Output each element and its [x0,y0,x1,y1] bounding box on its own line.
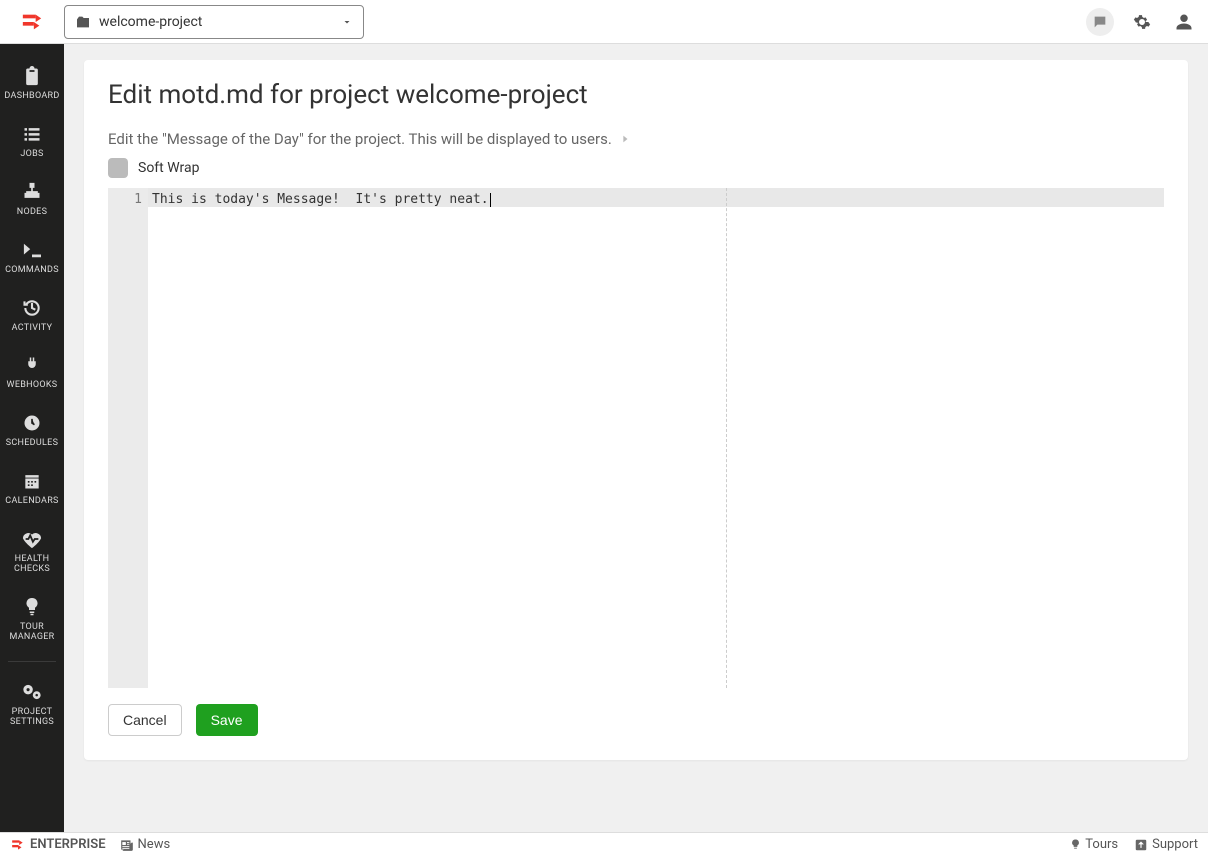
brand-logo[interactable] [10,11,54,33]
line-number: 1 [108,190,142,210]
nav-label: PROJECT SETTINGS [2,708,62,728]
sidebar-item-jobs[interactable]: JOBS [0,112,64,170]
sidebar-item-webhooks[interactable]: WEBHOOKS [0,343,64,401]
clock-icon [22,411,42,435]
topbar: welcome-project [0,0,1208,44]
sidebar-item-nodes[interactable]: NODES [0,170,64,228]
nav-label: DASHBOARD [4,92,59,102]
support-link[interactable]: Support [1134,837,1198,852]
list-icon [22,122,42,146]
sidebar-item-activity[interactable]: ACTIVITY [0,286,64,344]
chevron-down-icon [341,16,353,28]
sidebar-item-commands[interactable]: COMMANDS [0,228,64,286]
edit-card: Edit motd.md for project welcome-project… [84,60,1188,760]
nav-label: NODES [17,208,47,218]
main-content: Edit motd.md for project welcome-project… [64,44,1208,832]
page-subtitle: Edit the "Message of the Day" for the pr… [108,130,612,148]
history-icon [22,296,42,320]
support-label: Support [1152,837,1198,852]
terminal-icon [21,238,43,262]
nav-label: SCHEDULES [6,439,59,449]
heartbeat-icon [21,527,43,551]
sidebar-item-calendars[interactable]: CALENDARS [0,459,64,517]
brand-label: ENTERPRISE [30,837,106,852]
tours-link[interactable]: Tours [1070,837,1118,852]
project-selector[interactable]: welcome-project [64,5,364,39]
save-button[interactable]: Save [196,704,258,736]
code-editor[interactable]: 1 This is today's Message! It's pretty n… [108,188,1164,688]
lightbulb-icon [23,595,41,619]
calendar-icon [22,469,42,493]
gear-icon[interactable] [1128,8,1156,36]
project-name: welcome-project [99,14,202,30]
support-icon [1134,838,1148,852]
nav-label: COMMANDS [5,266,59,276]
editor-cursor [490,193,491,207]
brand-logo-small [10,838,26,852]
clipboard-icon [22,64,42,88]
project-icon [75,15,91,29]
sidebar-item-tour-manager[interactable]: TOUR MANAGER [0,585,64,653]
editor-content[interactable]: This is today's Message! It's pretty nea… [152,192,489,207]
news-link[interactable]: News [120,837,171,852]
lightbulb-icon [1070,838,1081,852]
softwrap-checkbox[interactable] [108,158,128,178]
gears-icon [21,680,43,704]
nav-label: TOUR MANAGER [2,623,62,643]
print-margin-ruler [726,188,727,688]
cancel-button[interactable]: Cancel [108,704,182,736]
sidebar-item-health-checks[interactable]: HEALTH CHECKS [0,517,64,585]
nav-label: CALENDARS [5,497,58,507]
tours-label: Tours [1085,837,1118,852]
footer: ENTERPRISE News Tours Support [0,832,1208,856]
sidebar-item-dashboard[interactable]: DASHBOARD [0,54,64,112]
chevron-right-icon[interactable] [620,133,630,145]
nav-label: ACTIVITY [12,324,53,334]
sitemap-icon [22,180,42,204]
plug-icon [23,353,41,377]
newspaper-icon [120,839,134,851]
chat-icon[interactable] [1086,8,1114,36]
page-title: Edit motd.md for project welcome-project [108,80,1164,110]
editor-gutter: 1 [108,188,148,688]
news-label: News [138,837,171,852]
softwrap-label: Soft Wrap [138,160,199,176]
sidebar-item-project-settings[interactable]: PROJECT SETTINGS [0,670,64,738]
brand-logo-icon [21,11,43,33]
sidebar: DASHBOARD JOBS NODES COMMANDS ACTIVITY W… [0,44,64,832]
nav-label: JOBS [20,150,43,160]
sidebar-item-schedules[interactable]: SCHEDULES [0,401,64,459]
nav-label: WEBHOOKS [7,381,58,391]
nav-label: HEALTH CHECKS [2,555,62,575]
user-icon[interactable] [1170,8,1198,36]
